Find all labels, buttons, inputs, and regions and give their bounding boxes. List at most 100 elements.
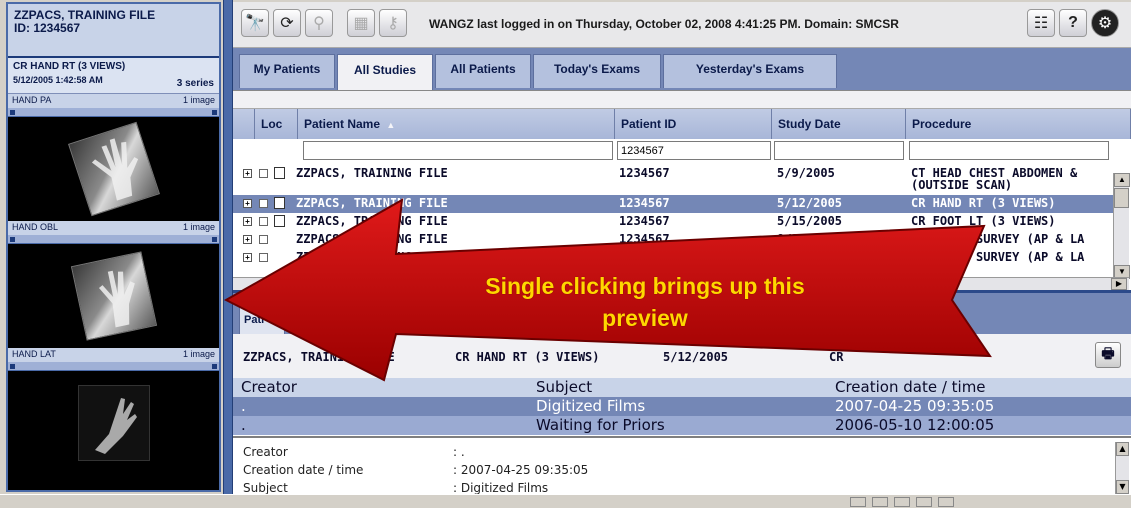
series-slider[interactable] xyxy=(8,108,219,117)
detail-label-subject: Subject xyxy=(243,481,288,495)
status-indicator xyxy=(872,497,888,507)
column-header-patient-name[interactable]: Patient Name ▲ xyxy=(298,109,615,139)
folder-icon xyxy=(259,217,268,226)
status-indicator xyxy=(850,497,866,507)
tab-all-patients[interactable]: All Patients xyxy=(435,54,531,88)
study-grid: Loc Patient Name ▲ Patient ID Study Date… xyxy=(233,90,1131,290)
detail-label-creator: Creator xyxy=(243,445,288,459)
grid-corner xyxy=(233,109,255,139)
app-window: ZZPACS, TRAINING FILE ID: 1234567 CR HAN… xyxy=(0,0,1131,508)
column-header-procedure[interactable]: Procedure xyxy=(906,109,1131,139)
xray-image xyxy=(77,385,150,461)
detail-scrollbar[interactable]: ▲ ▼ xyxy=(1115,442,1129,494)
detail-value-creator: : . xyxy=(453,445,465,459)
callout-line-1: Single clicking brings up this xyxy=(485,273,805,299)
preview-info-procedure: CR HAND RT (3 VIEWS) xyxy=(455,350,600,364)
status-indicator xyxy=(938,497,954,507)
filter-procedure[interactable] xyxy=(909,141,1109,160)
preview-info-date: 5/12/2005 xyxy=(663,350,729,364)
cell-procedure: CR HAND RT (3 VIEWS) xyxy=(911,196,1056,210)
scroll-up-icon[interactable]: ▲ xyxy=(1114,173,1130,187)
cell-patient-id: 1234567 xyxy=(619,166,670,180)
filter-study-date[interactable] xyxy=(774,141,904,160)
preview-study-title: CR HAND RT (3 VIEWS) xyxy=(13,61,126,72)
tab-all-studies[interactable]: All Studies xyxy=(337,54,433,90)
preview-patient-header: ZZPACS, TRAINING FILE ID: 1234567 xyxy=(8,4,219,58)
filter-patient-name[interactable] xyxy=(303,141,613,160)
ge-logo-icon[interactable]: ⚙ xyxy=(1091,9,1119,37)
table-row-selected[interactable]: + ZZPACS, TRAINING FILE 1234567 5/12/200… xyxy=(233,195,1113,213)
series-name: HAND OBL xyxy=(12,222,59,232)
cell-procedure: CR SPINE SURVEY (AP & LA xyxy=(911,250,1085,264)
preview-study-header[interactable]: CR HAND RT (3 VIEWS) 5/12/2005 1:42:58 A… xyxy=(8,58,219,94)
cell-procedure: CR SPINE SURVEY (AP & LA xyxy=(911,232,1085,246)
cell-patient-name: ZZPACS, TRAINING FILE xyxy=(296,214,448,228)
notes-header-datetime[interactable]: Creation date / time xyxy=(835,378,986,396)
expand-icon[interactable]: + xyxy=(243,253,252,262)
panel-splitter[interactable] xyxy=(223,0,233,494)
cell-study-date: 5/9/2005 xyxy=(777,166,835,180)
table-row[interactable]: + ZZPACS, TRAINING FILE 1234567 8/25/200… xyxy=(233,231,1113,249)
scroll-up-icon[interactable]: ▲ xyxy=(1116,442,1129,456)
binoculars-icon[interactable]: 🔭 xyxy=(241,9,269,37)
series-header-pa[interactable]: HAND PA 1 image xyxy=(8,94,219,108)
callout-line-2: preview xyxy=(602,305,688,331)
notes-header-creator[interactable]: Creator xyxy=(241,378,297,396)
sort-ascending-icon: ▲ xyxy=(386,120,396,130)
series-header-obl[interactable]: HAND OBL 1 image xyxy=(8,221,219,235)
notes-header-subject[interactable]: Subject xyxy=(536,378,592,396)
filter-patient-id[interactable] xyxy=(617,141,771,160)
expand-icon[interactable]: + xyxy=(243,169,252,178)
notes-header-row: Creator Subject Creation date / time xyxy=(233,378,1131,397)
thumbnail-hand-obl[interactable] xyxy=(8,244,219,348)
help-icon[interactable]: ? xyxy=(1059,9,1087,37)
preview-series-count: 3 series xyxy=(176,78,214,89)
series-header-lat[interactable]: HAND LAT 1 image xyxy=(8,348,219,362)
image-preview-panel: ZZPACS, TRAINING FILE ID: 1234567 CR HAN… xyxy=(6,2,221,492)
expand-icon[interactable]: + xyxy=(243,235,252,244)
thumbnail-hand-lat[interactable] xyxy=(8,371,219,475)
cell-patient-id: 1234567 xyxy=(619,232,670,246)
series-image-count: 1 image xyxy=(182,349,215,359)
column-header-patient-id[interactable]: Patient ID xyxy=(615,109,772,139)
folder-icon xyxy=(259,235,268,244)
expand-icon[interactable]: + xyxy=(243,217,252,226)
cell-patient-name: ZZPACS, TRAINING FILE xyxy=(296,166,448,180)
notes-cell-creator: . xyxy=(241,397,246,415)
status-bar xyxy=(0,494,1131,508)
series-image-count: 1 image xyxy=(182,95,215,105)
notes-row-selected[interactable]: . Digitized Films 2007-04-25 09:35:05 xyxy=(233,397,1131,416)
scrollbar-thumb[interactable] xyxy=(1114,188,1129,208)
tab-yesterdays-exams[interactable]: Yesterday's Exams xyxy=(663,54,837,88)
cell-study-date: 5/12/2005 xyxy=(777,196,843,210)
column-header-study-date[interactable]: Study Date xyxy=(772,109,906,139)
tab-my-patients[interactable]: My Patients xyxy=(239,54,335,88)
table-row[interactable]: + ZZPACS, TRAINING FILE 1234567 5/9/2005… xyxy=(233,165,1113,195)
expand-icon[interactable]: + xyxy=(243,199,252,208)
notes-row[interactable]: . Waiting for Priors 2006-05-10 12:00:05 xyxy=(233,416,1131,435)
series-slider[interactable] xyxy=(8,235,219,244)
disabled-tool-icon[interactable]: ⚲ xyxy=(305,9,333,37)
tab-patient-preview[interactable]: Pati xyxy=(239,307,285,337)
tab-todays-exams[interactable]: Today's Exams xyxy=(533,54,661,88)
series-name: HAND PA xyxy=(12,95,52,105)
callout-text: Single clicking brings up this preview xyxy=(380,270,910,334)
key-icon[interactable]: ⚷ xyxy=(379,9,407,37)
settings-sliders-icon[interactable]: ☷ xyxy=(1027,9,1055,37)
column-header-loc[interactable]: Loc xyxy=(255,109,298,139)
grid-vertical-scrollbar[interactable]: ▲ ▼ xyxy=(1113,173,1130,279)
printer-icon[interactable]: 🖶 xyxy=(1095,342,1121,368)
worklist-icon[interactable]: ▦ xyxy=(347,9,375,37)
preview-info-patient: ZZPACS, TRAINING FILE xyxy=(243,350,395,364)
scroll-right-icon[interactable]: ▶ xyxy=(1111,278,1127,290)
scroll-down-icon[interactable]: ▼ xyxy=(1116,480,1129,494)
refresh-icon[interactable]: ⟳ xyxy=(273,9,301,37)
worklist-tabs: My Patients All Studies All Patients Tod… xyxy=(233,48,1131,90)
status-indicator xyxy=(894,497,910,507)
thumbnail-hand-pa[interactable] xyxy=(8,117,219,221)
cell-patient-name: ZZPACS, TRAINING FILE xyxy=(296,196,448,210)
series-slider[interactable] xyxy=(8,362,219,371)
document-icon xyxy=(274,167,285,179)
table-row[interactable]: + ZZPACS, TRAINING FILE 1234567 5/15/200… xyxy=(233,213,1113,231)
table-row[interactable]: + ZZPACS, TRAINING FILE CR SPINE SURVEY … xyxy=(233,249,1113,267)
